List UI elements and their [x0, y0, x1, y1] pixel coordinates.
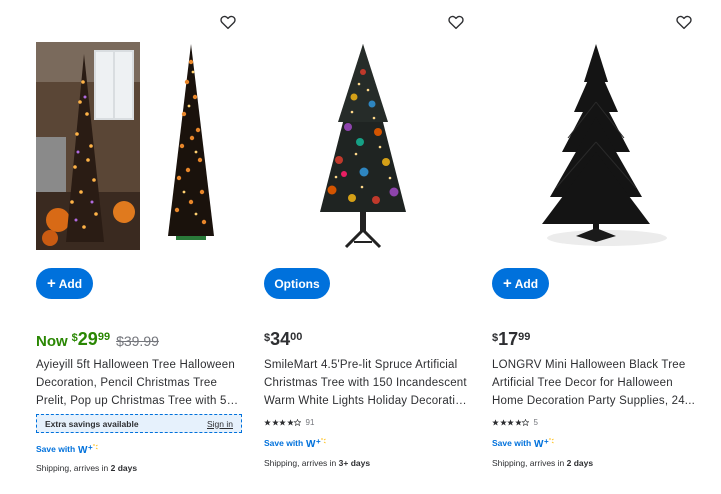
product-price: $ 17 99 [492, 330, 530, 348]
plus-icon: + [502, 275, 512, 292]
product-price: $ 34 00 [264, 330, 302, 348]
price-dollars: 29 [77, 329, 98, 349]
product-card[interactable]: Options $ 34 00 SmileMart 4.5'Pre-lit Sp… [264, 0, 476, 494]
title-line: Warm White Lights Holiday Decorativ... [264, 395, 470, 407]
add-to-cart-button[interactable]: + Add [492, 268, 549, 299]
save-with-label: Save with [264, 438, 304, 448]
walmart-plus-icon: W + [78, 443, 98, 455]
title-line: Decoration, Pencil Christmas Tree [36, 377, 218, 389]
star-icon [499, 419, 507, 426]
title-line: Ayieyill 5ft Halloween Tree Halloween [36, 359, 235, 371]
product-image[interactable] [492, 42, 704, 252]
shipping-days: 2 days [566, 458, 594, 468]
shipping-prefix: Shipping, arrives in [492, 458, 567, 468]
price-cents: 00 [290, 331, 303, 343]
shipping-days: 3+ days [338, 458, 371, 468]
star-rating [264, 419, 302, 426]
heart-icon[interactable] [675, 13, 693, 31]
add-button-label: Add [514, 276, 539, 291]
title-line: Home Decoration Party Supplies, 24... [492, 395, 695, 407]
price-dollars: 34 [270, 329, 291, 349]
star-icon [286, 419, 294, 426]
save-with-walmart-plus: Save with W + [36, 443, 98, 455]
walmart-plus-icon: W + [306, 437, 326, 449]
save-with-walmart-plus: Save with W + [492, 437, 554, 449]
star-icon [522, 419, 529, 426]
save-with-label: Save with [492, 438, 532, 448]
walmart-plus-icon: W + [534, 437, 554, 449]
price-cents: 99 [518, 331, 531, 343]
price-cents: 99 [97, 331, 111, 343]
star-icon [507, 419, 514, 426]
title-line: LONGRV Mini Halloween Black Tree [492, 359, 686, 371]
save-with-label: Save with [36, 444, 76, 454]
shipping-info: Shipping, arrives in 2 days [492, 458, 593, 468]
save-with-walmart-plus: Save with W + [264, 437, 326, 449]
product-title[interactable]: SmileMart 4.5'Pre-lit Spruce Artificial … [264, 356, 470, 410]
title-line: SmileMart 4.5'Pre-lit Spruce Artificial [264, 359, 458, 371]
title-line: Artificial Tree Decor for Halloween [492, 377, 673, 389]
svg-text:+: + [544, 437, 549, 446]
star-icon [514, 419, 522, 426]
heart-icon[interactable] [447, 13, 465, 31]
extra-savings-label: Extra savings available [45, 418, 139, 429]
plus-icon: + [46, 275, 56, 292]
add-button-label: Add [58, 276, 83, 291]
star-icon [271, 419, 279, 426]
svg-text:W: W [78, 445, 88, 455]
add-to-cart-button[interactable]: + Add [36, 268, 93, 299]
was-price: $39.99 [116, 333, 159, 349]
shipping-days: 2 days [110, 463, 138, 473]
svg-text:W: W [534, 439, 544, 449]
heart-icon[interactable] [219, 13, 237, 31]
product-card[interactable]: + Add Now $ 29 99 $39.99 Ayieyill 5ft Ha… [36, 0, 248, 494]
star-icon [492, 419, 499, 426]
price-prefix: Now [36, 333, 68, 350]
title-line: Christmas Tree with 150 Incandescent [264, 377, 467, 389]
product-image[interactable] [36, 42, 248, 252]
product-price: Now $ 29 99 $39.99 [36, 330, 159, 350]
shipping-prefix: Shipping, arrives in [264, 458, 339, 468]
star-icon [264, 419, 271, 426]
star-icon [294, 419, 301, 426]
shipping-info: Shipping, arrives in 2 days [36, 463, 137, 473]
sign-in-link[interactable]: Sign in [207, 419, 233, 429]
review-count: 5 [533, 418, 538, 427]
svg-text:W: W [306, 439, 316, 449]
star-icon [279, 419, 286, 426]
title-line: Prelit, Pop up Christmas Tree with 50... [36, 395, 242, 407]
product-title[interactable]: Ayieyill 5ft Halloween Tree Halloween De… [36, 356, 242, 410]
extra-savings-banner: Extra savings available Sign in [36, 414, 242, 433]
star-rating [492, 419, 530, 426]
price-dollars: 17 [498, 329, 519, 349]
product-rating: 5 [492, 418, 538, 427]
product-image[interactable] [264, 42, 476, 252]
product-rating: 91 [264, 418, 314, 427]
options-button-label: Options [274, 276, 320, 291]
shipping-info: Shipping, arrives in 3+ days [264, 458, 370, 468]
product-card[interactable]: + Add $ 17 99 LONGRV Mini Halloween Blac… [492, 0, 704, 494]
product-title[interactable]: LONGRV Mini Halloween Black Tree Artific… [492, 356, 698, 410]
options-button[interactable]: Options [264, 268, 330, 299]
shipping-prefix: Shipping, arrives in [36, 463, 111, 473]
svg-text:+: + [316, 437, 321, 446]
review-count: 91 [305, 418, 315, 427]
svg-text:+: + [88, 443, 93, 452]
